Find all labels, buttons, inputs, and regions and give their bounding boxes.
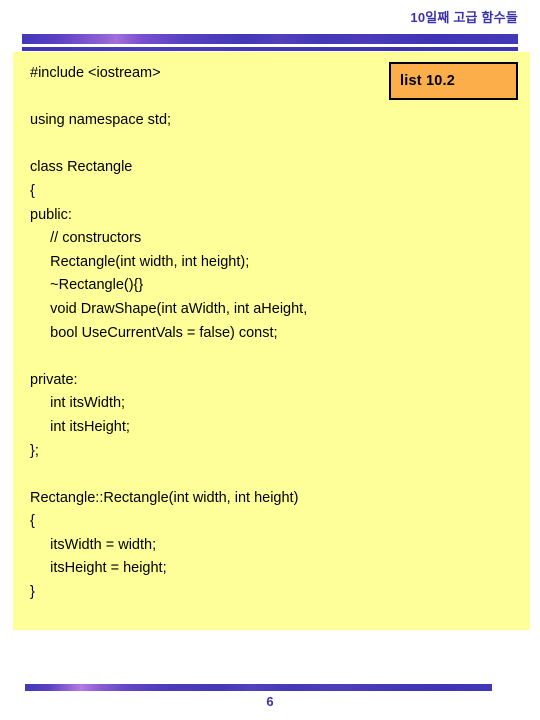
code-line: itsHeight = height; [30,560,167,577]
list-reference-badge: list 10.2 [389,62,518,100]
code-line: using namespace std; [30,112,172,129]
code-line: Rectangle(int width, int height); [30,253,250,270]
code-panel: #include <iostream> using namespace std;… [13,52,530,630]
code-line: Rectangle::Rectangle(int width, int heig… [30,489,299,506]
code-line: }; [30,442,39,459]
code-line: void DrawShape(int aWidth, int aHeight, [30,300,308,317]
code-line: // constructors [30,230,142,247]
code-line: } [30,584,35,601]
page-title: 10일째 고급 함수들 [410,10,518,25]
page-number: 6 [266,694,274,709]
code-line: int itsHeight; [30,418,130,435]
code-line: bool UseCurrentVals = false) const; [30,324,278,341]
code-line: class Rectangle [30,159,133,176]
code-line: public: [30,206,72,223]
code-line: int itsWidth; [30,395,126,412]
code-line: { [30,182,35,199]
header-divider-thick [22,34,518,44]
list-reference-label: list 10.2 [400,73,455,89]
code-line: private: [30,371,78,388]
code-block: #include <iostream> using namespace std;… [30,62,500,605]
code-line: itsWidth = width; [30,536,157,553]
code-line: { [30,513,35,530]
footer-divider [25,684,492,691]
header-divider-thin [22,47,518,51]
presentation-slide: 10일째 고급 함수들 #include <iostream> using na… [0,0,540,720]
code-line: ~Rectangle(){} [30,277,144,294]
